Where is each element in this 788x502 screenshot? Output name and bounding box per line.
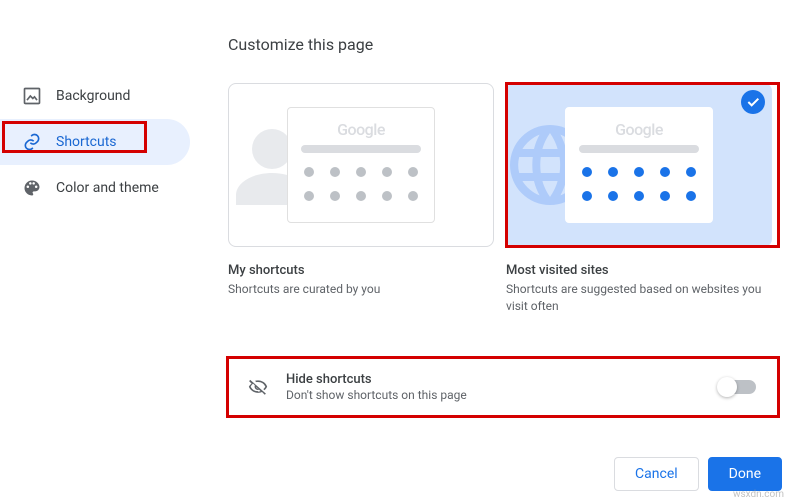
google-logo-text: Google [337,120,385,139]
hide-shortcuts-row: Hide shortcuts Don't show shortcuts on t… [228,359,776,415]
sidebar-item-label: Shortcuts [56,134,117,150]
page-title: Customize this page [228,35,373,54]
mini-browser-preview: Google [565,107,713,223]
check-badge-icon [741,90,765,114]
hide-texts: Hide shortcuts Don't show shortcuts on t… [286,372,720,402]
hide-toggle[interactable] [720,380,756,394]
mini-search-bar [301,145,421,153]
label-most-visited: Most visited sites Shortcuts are suggest… [506,263,772,315]
background-icon [22,86,42,106]
google-logo-text: Google [615,120,663,139]
sidebar-item-shortcuts[interactable]: Shortcuts [0,119,190,165]
shortcut-dots [304,167,418,201]
done-button[interactable]: Done [708,457,782,491]
mini-search-bar [579,145,699,153]
card-labels: My shortcuts Shortcuts are curated by yo… [228,263,772,315]
visibility-off-icon [248,377,268,397]
card-my-shortcuts[interactable]: Google [228,83,494,247]
palette-icon [22,178,42,198]
option-cards: Google Google [228,83,772,247]
watermark-text: wsxdn.com [733,489,784,500]
sidebar-item-color[interactable]: Color and theme [0,165,190,211]
sidebar-item-label: Color and theme [56,180,159,196]
done-label: Done [729,466,761,482]
hide-heading: Hide shortcuts [286,372,720,387]
shortcut-dots [582,167,696,201]
link-icon [22,132,42,152]
cancel-label: Cancel [635,466,678,482]
option-sub: Shortcuts are suggested based on website… [506,281,772,315]
hide-sub: Don't show shortcuts on this page [286,388,720,402]
option-heading: Most visited sites [506,263,772,278]
label-my-shortcuts: My shortcuts Shortcuts are curated by yo… [228,263,494,315]
cancel-button[interactable]: Cancel [614,457,699,491]
sidebar-item-label: Background [56,88,130,104]
dialog-buttons: Cancel Done [614,457,782,491]
sidebar-item-background[interactable]: Background [0,73,190,119]
sidebar: Background Shortcuts Color and theme [0,73,190,211]
option-heading: My shortcuts [228,263,494,278]
mini-browser-preview: Google [287,107,435,223]
option-sub: Shortcuts are curated by you [228,281,494,298]
card-most-visited[interactable]: Google [506,83,772,247]
